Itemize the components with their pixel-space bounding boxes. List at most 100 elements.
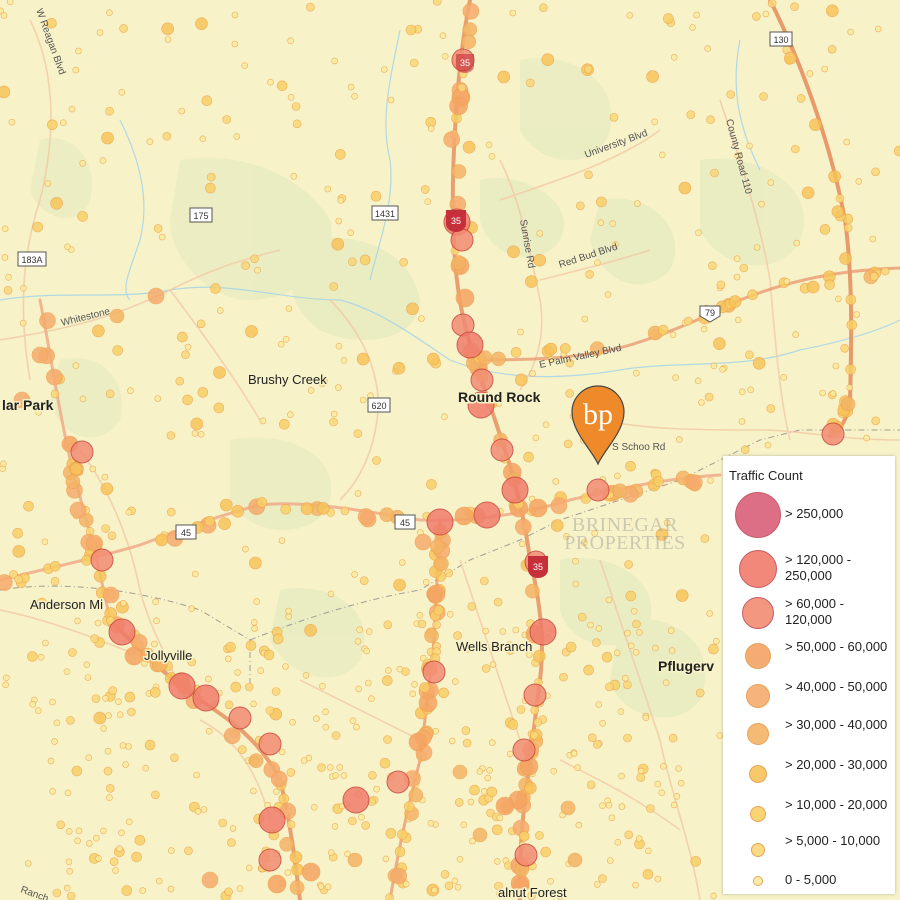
traffic-count-circle: [258, 848, 282, 872]
traffic-count-circle: [454, 798, 464, 807]
traffic-count-circle: [518, 830, 530, 842]
traffic-count-circle: [72, 362, 80, 369]
traffic-count-circle: [90, 634, 99, 643]
traffic-count-circle: [472, 827, 488, 843]
traffic-count-circle: [621, 674, 629, 682]
traffic-count-circle: [449, 96, 468, 116]
traffic-count-circle: [840, 343, 850, 353]
traffic-count-circle: [592, 740, 602, 749]
road-label-whitestone: Whitestone: [60, 306, 112, 329]
traffic-count-circle: [532, 434, 540, 442]
traffic-count-circle: [383, 620, 393, 630]
traffic-count-circle: [704, 45, 712, 52]
traffic-count-circle: [632, 619, 641, 629]
traffic-count-circle: [46, 368, 63, 386]
traffic-count-circle: [63, 668, 71, 676]
traffic-count-circle: [150, 687, 161, 698]
traffic-count-circle: [514, 843, 538, 867]
traffic-count-circle: [302, 672, 310, 679]
svg-text:35: 35: [533, 562, 543, 572]
traffic-count-circle: [109, 308, 125, 324]
traffic-count-circle: [514, 373, 528, 387]
traffic-count-circle: [289, 718, 296, 726]
legend-row: > 10,000 - 20,000: [723, 794, 895, 832]
traffic-count-circle: [277, 340, 285, 348]
traffic-count-circle: [846, 384, 854, 391]
traffic-count-circle: [716, 732, 724, 739]
traffic-count-circle: [624, 629, 631, 637]
svg-text:175: 175: [193, 211, 208, 221]
traffic-count-circle: [191, 430, 199, 437]
traffic-count-circle: [740, 445, 750, 455]
traffic-count-circle: [178, 107, 185, 115]
traffic-count-circle: [587, 621, 594, 629]
traffic-count-circle: [222, 115, 231, 124]
traffic-count-circle: [550, 767, 558, 775]
traffic-count-circle: [847, 28, 855, 36]
traffic-count-circle: [542, 421, 550, 429]
traffic-count-circle: [51, 738, 58, 745]
traffic-count-circle: [426, 584, 446, 604]
traffic-count-circle: [224, 700, 234, 710]
svg-text:183A: 183A: [21, 255, 42, 265]
traffic-count-circle: [291, 102, 301, 111]
traffic-count-circle: [698, 399, 705, 406]
traffic-count-circle: [285, 607, 292, 615]
traffic-count-circle: [317, 883, 325, 890]
traffic-count-circle: [64, 243, 71, 251]
traffic-count-circle: [733, 273, 741, 281]
traffic-count-circle: [168, 672, 196, 700]
traffic-count-circle: [493, 858, 501, 865]
traffic-count-circle: [422, 578, 430, 586]
place-wells-branch: Wells Branch: [456, 639, 532, 654]
traffic-count-circle: [336, 764, 344, 771]
traffic-count-circle: [700, 534, 710, 543]
traffic-count-circle: [479, 576, 489, 586]
traffic-count-circle: [509, 9, 517, 17]
traffic-count-circle: [250, 700, 257, 708]
legend-circle-icon: [751, 843, 765, 857]
traffic-count-circle: [353, 429, 363, 439]
traffic-count-circle: [491, 351, 506, 367]
traffic-count-circle: [672, 374, 679, 382]
legend-circle-icon: [739, 550, 777, 588]
traffic-count-circle: [245, 640, 257, 651]
traffic-count-circle: [482, 627, 489, 635]
traffic-count-circle: [217, 307, 224, 314]
traffic-count-circle: [427, 125, 435, 132]
legend-circle-icon: [747, 723, 769, 745]
svg-text:45: 45: [400, 518, 410, 528]
traffic-count-circle: [518, 540, 526, 548]
traffic-count-circle: [380, 66, 388, 73]
traffic-count-circle: [282, 335, 290, 343]
traffic-count-circle: [439, 32, 447, 40]
traffic-count-circle: [354, 490, 362, 497]
traffic-count-circle: [426, 352, 440, 366]
traffic-count-circle: [456, 331, 484, 359]
traffic-count-circle: [645, 804, 655, 813]
traffic-count-circle: [307, 387, 315, 394]
traffic-count-circle: [434, 556, 449, 572]
traffic-count-circle: [233, 133, 241, 140]
traffic-count-circle: [103, 766, 113, 776]
traffic-count-circle: [81, 555, 92, 566]
traffic-count-circle: [225, 641, 236, 653]
traffic-count-circle: [796, 94, 806, 103]
traffic-count-circle: [801, 186, 815, 200]
traffic-count-circle: [832, 362, 840, 370]
traffic-count-circle: [486, 766, 493, 774]
traffic-count-circle: [1, 225, 9, 233]
traffic-count-circle: [93, 569, 107, 583]
traffic-count-circle: [230, 681, 242, 693]
traffic-count-circle: [544, 342, 558, 356]
traffic-count-circle: [403, 801, 415, 812]
traffic-count-circle: [90, 548, 114, 572]
traffic-count-circle: [34, 707, 42, 715]
traffic-count-circle: [194, 808, 202, 815]
traffic-count-circle: [454, 883, 462, 891]
brinegar-properties-watermark: BRINEGAR PROPERTIES: [560, 515, 690, 553]
traffic-count-circle: [632, 369, 640, 377]
traffic-count-circle: [335, 217, 343, 225]
traffic-count-circle: [164, 36, 172, 43]
traffic-count-circle: [565, 641, 577, 653]
